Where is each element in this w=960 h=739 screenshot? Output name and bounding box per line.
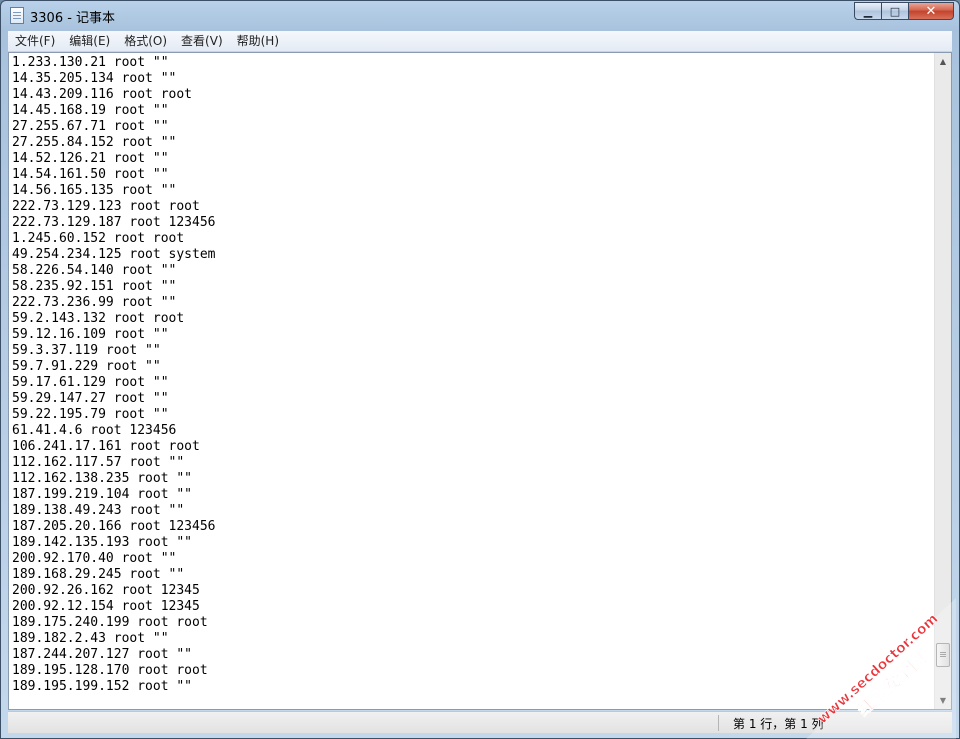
- status-divider: [718, 715, 719, 731]
- editor-area: 1.233.130.21 root "" 14.35.205.134 root "…: [8, 52, 952, 710]
- minimize-button[interactable]: ▁: [854, 2, 881, 20]
- text-line: 222.73.129.123 root root: [12, 199, 200, 214]
- text-line: 222.73.236.99 root "": [12, 295, 177, 310]
- text-line: 189.195.128.170 root root: [12, 663, 208, 678]
- text-line: 189.175.240.199 root root: [12, 615, 208, 630]
- text-line: 58.226.54.140 root "": [12, 263, 177, 278]
- text-line: 189.182.2.43 root "": [12, 631, 169, 646]
- text-line: 1.245.60.152 root root: [12, 231, 185, 246]
- scroll-thumb[interactable]: [936, 643, 950, 667]
- text-line: 59.17.61.129 root "": [12, 375, 169, 390]
- vertical-scrollbar[interactable]: ▲ ▼: [934, 53, 951, 709]
- text-line: 14.35.205.134 root "": [12, 71, 177, 86]
- text-line: 200.92.12.154 root 12345: [12, 599, 200, 614]
- text-line: 112.162.117.57 root "": [12, 455, 185, 470]
- grip-icon: [940, 652, 946, 653]
- text-line: 187.205.20.166 root 123456: [12, 519, 216, 534]
- text-line: 189.195.199.152 root "": [12, 679, 193, 694]
- arrow-down-icon: ▼: [939, 696, 947, 705]
- text-line: 200.92.26.162 root 12345: [12, 583, 200, 598]
- menu-file[interactable]: 文件(F): [8, 31, 62, 51]
- text-line: 200.92.170.40 root "": [12, 551, 177, 566]
- text-line: 187.244.207.127 root "": [12, 647, 193, 662]
- title-bar[interactable]: 3306 - 记事本 ▁ □ ✕: [1, 1, 959, 31]
- text-line: 189.168.29.245 root "": [12, 567, 185, 582]
- text-line: 112.162.138.235 root "": [12, 471, 193, 486]
- text-line: 222.73.129.187 root 123456: [12, 215, 216, 230]
- notepad-window: 3306 - 记事本 ▁ □ ✕ 文件(F) 编辑(E) 格式(O) 查看(V)…: [0, 0, 960, 739]
- text-line: 14.56.165.135 root "": [12, 183, 177, 198]
- text-line: 106.241.17.161 root root: [12, 439, 200, 454]
- text-line: 187.199.219.104 root "": [12, 487, 193, 502]
- text-line: 14.45.168.19 root "": [12, 103, 169, 118]
- window-controls: ▁ □ ✕: [854, 2, 954, 20]
- status-bar: 第 1 行，第 1 列: [8, 711, 952, 733]
- menu-edit[interactable]: 编辑(E): [62, 31, 117, 51]
- text-line: 14.52.126.21 root "": [12, 151, 169, 166]
- text-line: 27.255.67.71 root "": [12, 119, 169, 134]
- text-line: 14.54.161.50 root "": [12, 167, 169, 182]
- text-line: 49.254.234.125 root system: [12, 247, 216, 262]
- scroll-up-button[interactable]: ▲: [935, 53, 951, 70]
- cursor-position: 第 1 行，第 1 列: [733, 717, 824, 731]
- text-line: 59.22.195.79 root "": [12, 407, 169, 422]
- close-button[interactable]: ✕: [908, 2, 954, 20]
- scroll-down-button[interactable]: ▼: [935, 692, 951, 709]
- text-line: 58.235.92.151 root "": [12, 279, 177, 294]
- menu-format[interactable]: 格式(O): [117, 31, 174, 51]
- text-line: 14.43.209.116 root root: [12, 87, 193, 102]
- text-line: 189.142.135.193 root "": [12, 535, 193, 550]
- menu-help[interactable]: 帮助(H): [230, 31, 286, 51]
- notepad-icon: [10, 7, 24, 24]
- menu-view[interactable]: 查看(V): [174, 31, 230, 51]
- menu-bar: 文件(F) 编辑(E) 格式(O) 查看(V) 帮助(H): [8, 31, 952, 52]
- text-content[interactable]: 1.233.130.21 root "" 14.35.205.134 root "…: [12, 55, 933, 709]
- text-line: 1.233.130.21 root "": [12, 55, 169, 70]
- text-line: 189.138.49.243 root "": [12, 503, 185, 518]
- text-line: 59.29.147.27 root "": [12, 391, 169, 406]
- maximize-button[interactable]: □: [881, 2, 908, 20]
- text-line: 59.12.16.109 root "": [12, 327, 169, 342]
- window-title: 3306 - 记事本: [30, 11, 116, 26]
- arrow-up-icon: ▲: [939, 57, 947, 66]
- text-line: 61.41.4.6 root 123456: [12, 423, 177, 438]
- text-line: 59.3.37.119 root "": [12, 343, 161, 358]
- text-line: 59.2.143.132 root root: [12, 311, 185, 326]
- text-line: 27.255.84.152 root "": [12, 135, 177, 150]
- text-line: 59.7.91.229 root "": [12, 359, 161, 374]
